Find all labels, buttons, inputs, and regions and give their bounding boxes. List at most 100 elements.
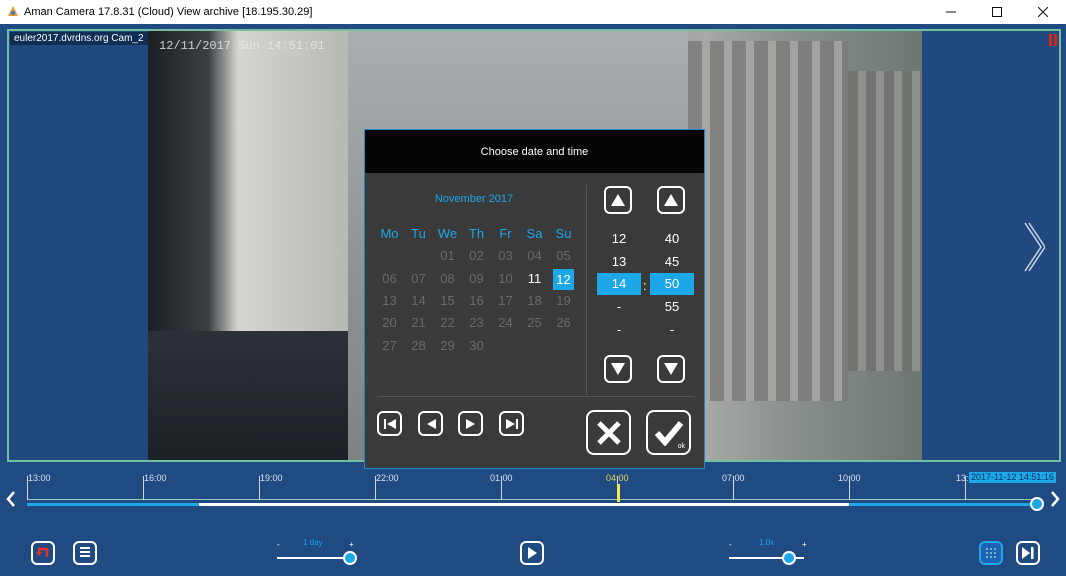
hour-option[interactable]: - xyxy=(597,295,641,318)
calendar-day[interactable]: 15 xyxy=(433,291,462,311)
hour-option[interactable]: 13 xyxy=(597,250,641,273)
next-camera-chevron-icon[interactable] xyxy=(1023,221,1045,273)
calendar-day[interactable]: 30 xyxy=(462,336,491,356)
calendar-day[interactable]: 26 xyxy=(549,313,578,333)
weekday-label: Mo xyxy=(380,226,399,242)
minimize-button[interactable] xyxy=(928,0,974,24)
calendar-day[interactable]: 16 xyxy=(462,291,491,311)
skip-next-icon xyxy=(1022,547,1034,559)
calendar-day[interactable]: 25 xyxy=(520,313,549,333)
triangle-down-icon xyxy=(664,363,678,375)
calendar-day[interactable]: 01 xyxy=(433,246,462,266)
calendar-day[interactable]: 18 xyxy=(520,291,549,311)
hour-down-button[interactable] xyxy=(604,355,632,383)
calendar-day[interactable]: 08 xyxy=(433,269,462,289)
calendar-day[interactable]: 28 xyxy=(404,336,433,356)
recording-bar[interactable] xyxy=(27,503,1039,506)
calendar-grid: Mo Tu We Th Fr Sa Su 01 02 03 04 05 06 0… xyxy=(375,223,580,357)
hour-up-button[interactable] xyxy=(604,186,632,214)
timeline-right-chevron-icon[interactable] xyxy=(1050,490,1060,508)
calendar-day[interactable]: 13 xyxy=(375,291,404,311)
weekday-label: Tu xyxy=(411,226,426,242)
calendar-weekday-row: Mo Tu We Th Fr Sa Su xyxy=(375,223,580,245)
calendar-day[interactable]: 23 xyxy=(462,313,491,333)
calendar-day xyxy=(491,336,520,356)
range-slider-track[interactable] xyxy=(277,557,347,559)
calendar-day[interactable]: 24 xyxy=(491,313,520,333)
calendar-day-selected[interactable]: 12 xyxy=(549,268,578,290)
hour-option-selected[interactable]: 14 xyxy=(597,273,641,295)
dialog-title: Choose date and time xyxy=(365,130,704,173)
timeline-tick-label: 16:00 xyxy=(144,473,167,483)
calendar-day[interactable]: 04 xyxy=(520,246,549,266)
range-slider-handle[interactable] xyxy=(343,551,357,565)
calendar-day[interactable]: 14 xyxy=(404,291,433,311)
triangle-down-icon xyxy=(611,363,625,375)
video-floor xyxy=(148,331,348,460)
calendar-week-row: 27 28 29 30 xyxy=(375,334,580,356)
calendar-week-row: 06 07 08 09 10 11 12 xyxy=(375,268,580,290)
minute-option[interactable]: 40 xyxy=(650,227,694,250)
minute-option[interactable]: - xyxy=(650,318,694,341)
minute-down-button[interactable] xyxy=(657,355,685,383)
calendar-day[interactable]: 05 xyxy=(549,246,578,266)
skip-last-icon xyxy=(505,418,518,429)
list-icon xyxy=(80,547,90,557)
close-button[interactable] xyxy=(1020,0,1066,24)
calendar-day-available[interactable]: 11 xyxy=(520,269,549,289)
timeline-track[interactable]: 13:00 16:00 19:00 22:00 01:00 04:00 07:0… xyxy=(27,473,1042,500)
ok-button[interactable]: ok xyxy=(646,410,691,455)
calendar-day[interactable]: 10 xyxy=(491,269,520,289)
timeline-tick-label: 10:00 xyxy=(838,473,861,483)
back-button[interactable] xyxy=(31,541,55,565)
minute-up-button[interactable] xyxy=(657,186,685,214)
calendar-day[interactable]: 29 xyxy=(433,336,462,356)
calendar-day[interactable]: 19 xyxy=(549,291,578,311)
first-month-button[interactable] xyxy=(377,411,402,436)
calendar-day[interactable]: 06 xyxy=(375,269,404,289)
timeline-slider-handle[interactable] xyxy=(1030,497,1044,511)
calendar-day[interactable]: 07 xyxy=(404,269,433,289)
weekday-label: Sa xyxy=(526,226,543,242)
calendar-day[interactable]: 20 xyxy=(375,313,404,333)
record-indicator-icon xyxy=(1049,34,1057,46)
next-month-button[interactable] xyxy=(458,411,483,436)
maximize-button[interactable] xyxy=(974,0,1020,24)
calendar-day xyxy=(404,246,433,266)
grid-layout-button[interactable] xyxy=(979,541,1003,565)
cancel-button[interactable] xyxy=(586,410,631,455)
recording-segment xyxy=(27,503,199,506)
calendar-day[interactable]: 17 xyxy=(491,291,520,311)
next-frame-button[interactable] xyxy=(1016,541,1040,565)
hour-spinner[interactable]: 12 13 14 - - xyxy=(597,227,641,341)
calendar-day[interactable]: 22 xyxy=(433,313,462,333)
date-time-dialog: Choose date and time November 2017 Mo Tu… xyxy=(364,129,705,469)
calendar-day[interactable]: 03 xyxy=(491,246,520,266)
calendar-day[interactable]: 02 xyxy=(462,246,491,266)
timeline-playhead[interactable] xyxy=(617,484,620,502)
minute-option-selected[interactable]: 50 xyxy=(650,273,694,295)
minute-option[interactable]: 55 xyxy=(650,295,694,318)
archive-view: euler2017.dvrdns.org Cam_2 12/11/2017 Su… xyxy=(0,24,1066,576)
last-month-button[interactable] xyxy=(499,411,524,436)
minute-spinner[interactable]: 40 45 50 55 - xyxy=(650,227,694,341)
calendar-day xyxy=(520,336,549,356)
range-minus-label: - xyxy=(277,540,280,549)
event-list-button[interactable] xyxy=(73,541,97,565)
previous-month-button[interactable] xyxy=(418,411,443,436)
hour-option[interactable]: - xyxy=(597,318,641,341)
timeline[interactable]: 13:00 16:00 19:00 22:00 01:00 04:00 07:0… xyxy=(0,466,1066,516)
calendar-week-row: 01 02 03 04 05 xyxy=(375,245,580,267)
video-building xyxy=(688,41,848,401)
speed-slider-handle[interactable] xyxy=(782,551,796,565)
minute-option[interactable]: 45 xyxy=(650,250,694,273)
play-button[interactable] xyxy=(520,541,544,565)
osd-timestamp: 12/11/2017 Sun 14:51:01 xyxy=(159,39,325,53)
app-icon xyxy=(8,6,18,16)
range-plus-label: + xyxy=(349,540,354,549)
calendar-day[interactable]: 09 xyxy=(462,269,491,289)
calendar-day[interactable]: 27 xyxy=(375,336,404,356)
timeline-left-chevron-icon[interactable] xyxy=(6,490,16,508)
hour-option[interactable]: 12 xyxy=(597,227,641,250)
calendar-day[interactable]: 21 xyxy=(404,313,433,333)
